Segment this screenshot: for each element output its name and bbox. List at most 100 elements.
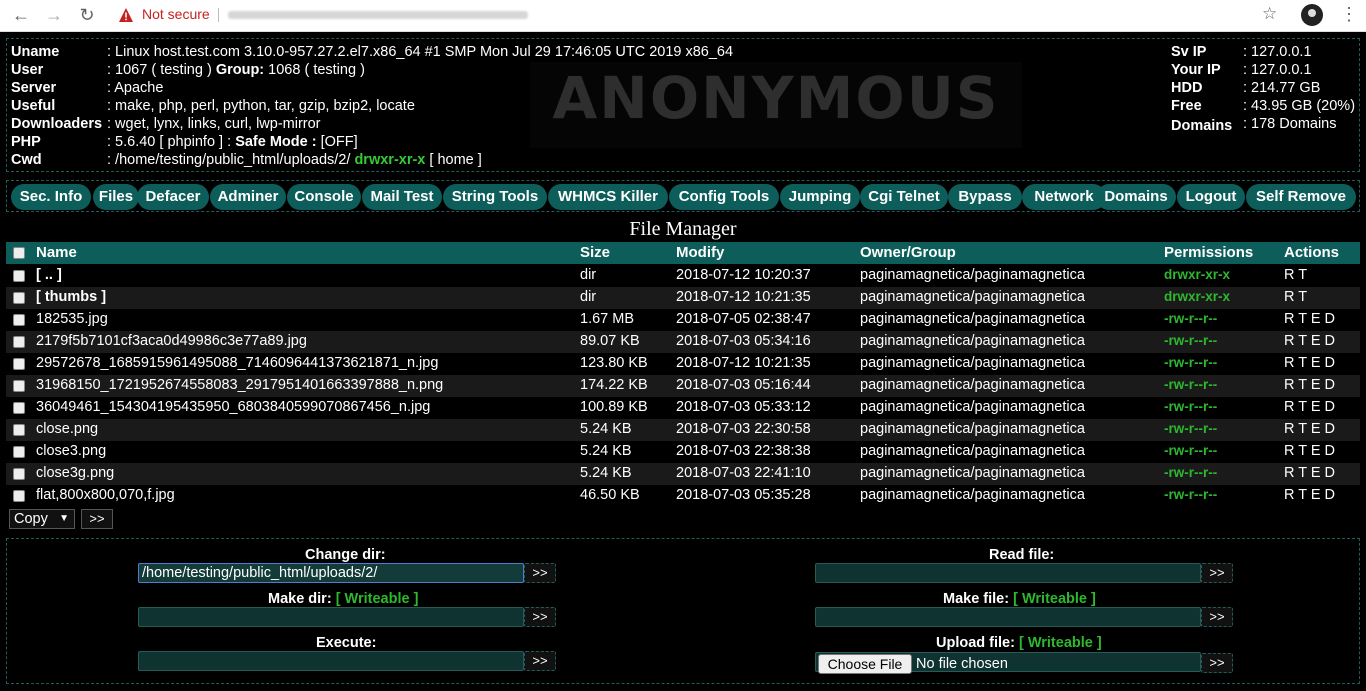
row-name[interactable]: 29572678_1685915961495088_71460964413736… (36, 355, 438, 371)
table-row[interactable]: close.png 5.24 KB 2018-07-03 22:30:58 pagin… (6, 419, 1360, 441)
browser-menu-icon[interactable]: ⋮ (1340, 4, 1358, 25)
row-actions[interactable]: R T E D (1284, 355, 1335, 371)
menu-bypass-button[interactable]: Bypass (948, 184, 1022, 210)
menu-console-button[interactable]: Console (287, 184, 361, 210)
row-perm[interactable]: drwxr-xr-x (1164, 289, 1230, 304)
row-checkbox[interactable] (13, 468, 25, 480)
execute-go-button[interactable]: >> (524, 651, 556, 671)
row-actions[interactable]: R T E D (1284, 377, 1335, 393)
row-name[interactable]: close.png (36, 421, 98, 437)
read-file-input[interactable] (815, 563, 1201, 583)
cwd-permission: drwxr-xr-x (354, 152, 426, 168)
bulk-action-go-button[interactable]: >> (81, 509, 113, 529)
row-perm[interactable]: -rw-r--r-- (1164, 311, 1217, 326)
warning-icon[interactable] (118, 7, 134, 23)
table-row[interactable]: 36049461_154304195435950_680384059907086… (6, 397, 1360, 419)
menu-string-tools-button[interactable]: String Tools (443, 184, 547, 210)
row-checkbox[interactable] (13, 358, 25, 370)
security-label[interactable]: Not secure (142, 6, 210, 22)
menu-adminer-button[interactable]: Adminer (210, 184, 286, 210)
row-size: 100.89 KB (580, 399, 648, 415)
bulk-action-select[interactable]: Copy ▼ (9, 509, 75, 529)
bookmark-star-icon[interactable]: ☆ (1262, 4, 1277, 24)
read-file-go-button[interactable]: >> (1201, 563, 1233, 583)
profile-avatar[interactable] (1301, 4, 1323, 26)
menu-self-remove-button[interactable]: Self Remove (1246, 184, 1356, 210)
row-actions[interactable]: R T E D (1284, 465, 1335, 481)
row-checkbox[interactable] (13, 446, 25, 458)
row-actions[interactable]: R T E D (1284, 399, 1335, 415)
back-icon[interactable]: ← (10, 4, 32, 26)
menu-jumping-button[interactable]: Jumping (780, 184, 860, 210)
menu-cgi-telnet-button[interactable]: Cgi Telnet (860, 184, 948, 210)
menu-sec-info-button[interactable]: Sec. Info (11, 184, 91, 210)
table-row[interactable]: 2179f5b7101cf3aca0d49986c3e77a89.jpg 89.0… (6, 331, 1360, 353)
address-bar[interactable] (228, 11, 528, 19)
row-perm[interactable]: drwxr-xr-x (1164, 267, 1230, 282)
anonymous-logo: ANONYMOUS (530, 62, 1022, 148)
menu-logout-button[interactable]: Logout (1177, 184, 1245, 210)
menu-domains-button[interactable]: Domains (1096, 184, 1176, 210)
table-row[interactable]: 29572678_1685915961495088_71460964413736… (6, 353, 1360, 375)
row-perm[interactable]: -rw-r--r-- (1164, 443, 1217, 458)
row-checkbox[interactable] (13, 292, 25, 304)
row-checkbox[interactable] (13, 270, 25, 282)
table-row[interactable]: close3.png 5.24 KB 2018-07-03 22:38:38 pagi… (6, 441, 1360, 463)
row-checkbox[interactable] (13, 402, 25, 414)
row-actions[interactable]: R T E D (1284, 443, 1335, 459)
row-perm[interactable]: -rw-r--r-- (1164, 377, 1217, 392)
change-dir-input[interactable]: /home/testing/public_html/uploads/2/ (138, 563, 524, 583)
row-perm[interactable]: -rw-r--r-- (1164, 487, 1217, 502)
row-perm[interactable]: -rw-r--r-- (1164, 465, 1217, 480)
make-file-input[interactable] (815, 607, 1201, 627)
table-row[interactable]: flat,800x800,070,f.jpg 46.50 KB 2018-07-03… (6, 485, 1360, 507)
make-dir-go-button[interactable]: >> (524, 607, 556, 627)
make-dir-input[interactable] (138, 607, 524, 627)
row-actions[interactable]: R T E D (1284, 487, 1335, 503)
reload-icon[interactable]: ↻ (76, 4, 98, 26)
menu-files-button[interactable]: Files (93, 184, 139, 210)
row-name[interactable]: [ thumbs ] (36, 289, 106, 305)
menu-config-tools-button[interactable]: Config Tools (669, 184, 779, 210)
menu-defacer-button[interactable]: Defacer (137, 184, 209, 210)
row-perm[interactable]: -rw-r--r-- (1164, 399, 1217, 414)
row-name[interactable]: close3.png (36, 443, 106, 459)
upload-file-go-button[interactable]: >> (1201, 653, 1233, 673)
row-name[interactable]: 2179f5b7101cf3aca0d49986c3e77a89.jpg (36, 333, 307, 349)
menu-mail-test-button[interactable]: Mail Test (362, 184, 442, 210)
table-row[interactable]: 31968150_1721952674558083_29179514016633… (6, 375, 1360, 397)
row-perm[interactable]: -rw-r--r-- (1164, 333, 1217, 348)
table-row[interactable]: [ .. ] dir 2018-07-12 10:20:37 paginamagnet… (6, 265, 1360, 287)
row-name[interactable]: flat,800x800,070,f.jpg (36, 487, 175, 503)
row-actions[interactable]: R T E D (1284, 421, 1335, 437)
make-file-go-button[interactable]: >> (1201, 607, 1233, 627)
row-checkbox[interactable] (13, 314, 25, 326)
table-row[interactable]: [ thumbs ] dir 2018-07-12 10:21:35 paginama… (6, 287, 1360, 309)
row-perm[interactable]: -rw-r--r-- (1164, 355, 1217, 370)
change-dir-go-button[interactable]: >> (524, 563, 556, 583)
menu-network-button[interactable]: Network (1022, 184, 1106, 210)
row-name[interactable]: 31968150_1721952674558083_29179514016633… (36, 377, 443, 393)
menu-whmcs-killer-button[interactable]: WHMCS Killer (548, 184, 668, 210)
row-name[interactable]: close3g.png (36, 465, 114, 481)
select-all-checkbox[interactable] (13, 247, 25, 259)
row-perm[interactable]: -rw-r--r-- (1164, 421, 1217, 436)
choose-file-button[interactable]: Choose File (818, 654, 912, 674)
row-checkbox[interactable] (13, 424, 25, 436)
row-actions[interactable]: R T E D (1284, 311, 1335, 327)
row-actions[interactable]: R T (1284, 267, 1307, 283)
table-row[interactable]: 182535.jpg 1.67 MB 2018-07-05 02:38:47 pagi… (6, 309, 1360, 331)
execute-input[interactable] (138, 651, 524, 671)
row-name[interactable]: 36049461_154304195435950_680384059907086… (36, 399, 430, 415)
row-size: dir (580, 289, 597, 305)
row-name[interactable]: [ .. ] (36, 267, 62, 283)
row-owner: paginamagnetica/paginamagnetica (860, 443, 1085, 459)
row-checkbox[interactable] (13, 380, 25, 392)
table-row[interactable]: close3g.png 5.24 KB 2018-07-03 22:41:10 pag… (6, 463, 1360, 485)
row-checkbox[interactable] (13, 336, 25, 348)
row-actions[interactable]: R T (1284, 289, 1307, 305)
forward-icon[interactable]: → (43, 4, 65, 26)
row-checkbox[interactable] (13, 490, 25, 502)
row-name[interactable]: 182535.jpg (36, 311, 108, 327)
row-actions[interactable]: R T E D (1284, 333, 1335, 349)
